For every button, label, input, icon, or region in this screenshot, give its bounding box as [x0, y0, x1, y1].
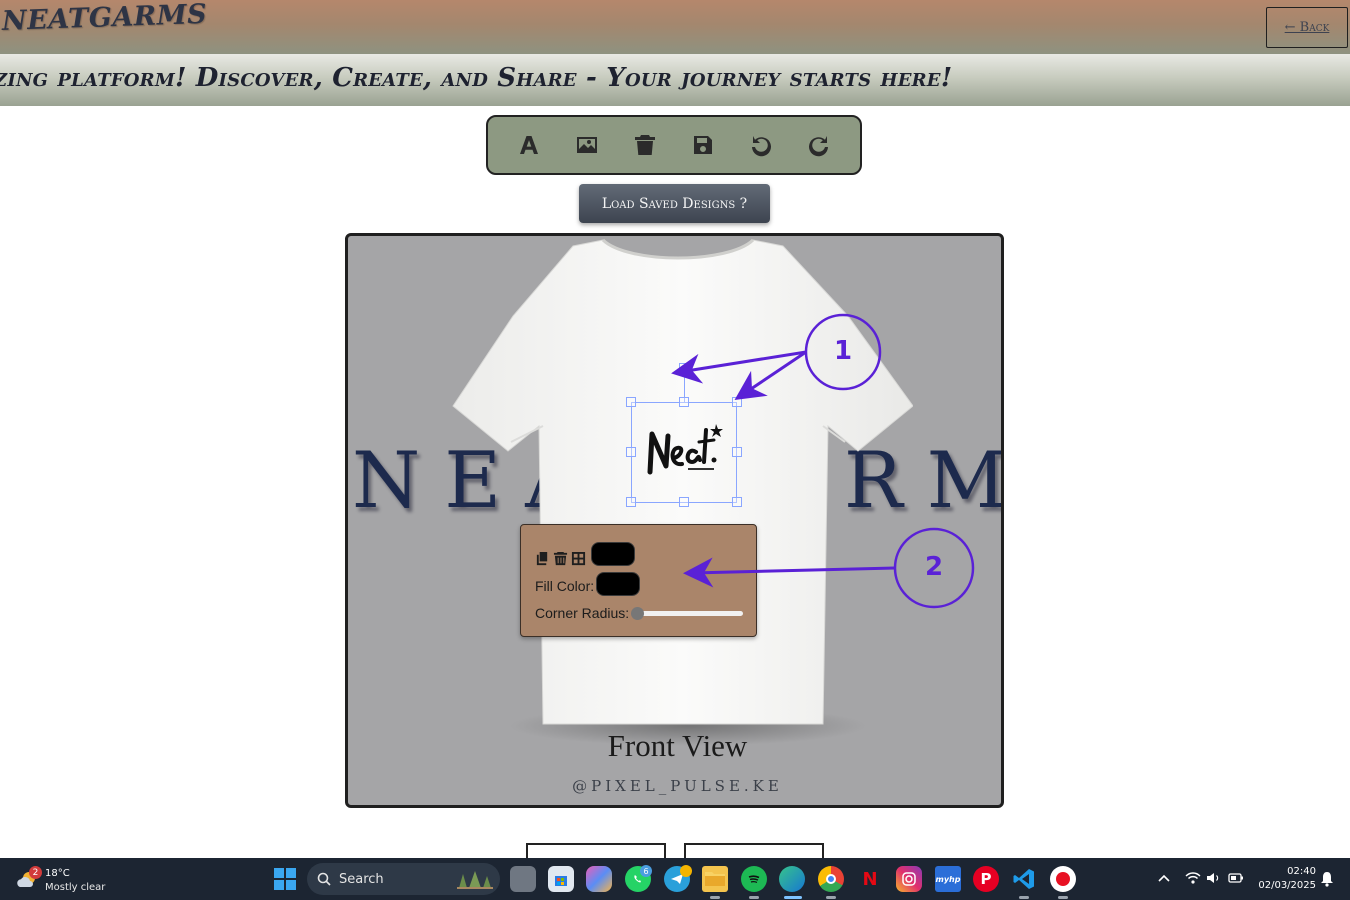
notifications-icon[interactable]	[1320, 871, 1334, 887]
redo-icon	[809, 136, 828, 157]
load-saved-designs-button[interactable]: Load Saved Designs ?	[579, 184, 770, 223]
editor-toolbar	[486, 115, 862, 175]
battery-icon[interactable]	[1228, 872, 1244, 884]
vscode-running-indicator	[1019, 896, 1029, 899]
chrome-app[interactable]	[818, 866, 844, 892]
weather-temperature: 18°C	[45, 868, 70, 879]
spotify-app[interactable]	[741, 866, 767, 892]
microsoft-store-app[interactable]	[548, 866, 574, 892]
copy-icon[interactable]	[535, 551, 550, 566]
fill-color-label: Fill Color:	[535, 578, 595, 594]
screen-recorder-app[interactable]	[1050, 866, 1076, 892]
corner-radius-slider[interactable]	[631, 606, 744, 620]
chevron-up-icon[interactable]	[1158, 873, 1170, 883]
weather-description: Mostly clear	[45, 882, 106, 893]
undo-icon	[752, 136, 771, 157]
start-button[interactable]	[274, 868, 296, 890]
neat-logo-image[interactable]	[644, 416, 724, 486]
image-tool-button[interactable]	[567, 125, 607, 165]
windows-logo-tile	[274, 868, 284, 878]
windows-logo-tile	[286, 880, 296, 890]
myhp-app[interactable]: myhp	[935, 866, 961, 892]
corner-radius-slider-thumb[interactable]	[631, 606, 645, 620]
image-icon	[577, 137, 597, 153]
save-tool-button[interactable]	[683, 125, 723, 165]
windows-logo-tile	[286, 868, 296, 878]
fill-color-row: Fill Color:	[535, 572, 641, 596]
resize-handle-tl[interactable]	[626, 397, 636, 407]
object-actions	[535, 551, 586, 566]
view-label: Front View	[607, 728, 748, 763]
fill-color-swatch[interactable]	[596, 572, 641, 596]
design-canvas[interactable]: NEATGARMS	[345, 233, 1004, 808]
brand-logo[interactable]: NEATGARMS	[1, 0, 207, 37]
corner-radius-label: Corner Radius:	[535, 605, 630, 621]
vscode-icon	[1013, 869, 1034, 889]
text-icon	[520, 136, 538, 154]
edge-app[interactable]	[779, 866, 805, 892]
vscode-app[interactable]	[1011, 866, 1037, 892]
corner-radius-row: Corner Radius:	[535, 605, 744, 621]
volume-icon[interactable]	[1206, 871, 1222, 885]
clock-time: 02:40	[1287, 866, 1316, 877]
file-explorer-app[interactable]	[702, 866, 728, 892]
netflix-app[interactable]: N	[857, 866, 883, 892]
windows-logo-tile	[274, 880, 284, 890]
search-label: Search	[339, 871, 384, 887]
annotation-number-1: 1	[834, 336, 853, 366]
text-tool-button[interactable]	[509, 125, 549, 165]
spotify-running-indicator	[749, 896, 759, 899]
trash-icon	[635, 135, 655, 155]
redo-tool-button[interactable]	[799, 125, 839, 165]
undo-tool-button[interactable]	[741, 125, 781, 165]
wifi-icon[interactable]	[1185, 871, 1201, 885]
whatsapp-badge: 6	[640, 865, 652, 877]
back-button[interactable]: ← Back	[1266, 7, 1348, 48]
copilot-app[interactable]	[586, 866, 612, 892]
top-header: NEATGARMS ← Back	[0, 0, 1350, 54]
rotation-handle[interactable]	[679, 363, 689, 373]
telegram-badge	[680, 865, 692, 877]
spotify-icon	[748, 875, 760, 883]
marquee-text: zing platform! Discover, Create, and Sha…	[0, 63, 953, 93]
weather-widget[interactable]: 2 18°C Mostly clear	[16, 865, 126, 895]
chrome-icon-center	[826, 874, 836, 884]
resize-handle-mr[interactable]	[732, 447, 742, 457]
resize-handle-tr[interactable]	[732, 397, 742, 407]
marquee-banner: zing platform! Discover, Create, and Sha…	[0, 54, 1350, 106]
record-icon	[1056, 872, 1070, 886]
search-icon	[317, 872, 331, 886]
instagram-app[interactable]	[896, 866, 922, 892]
file-explorer-running-indicator	[710, 896, 720, 899]
instagram-icon	[902, 872, 916, 886]
grid-icon[interactable]	[571, 551, 586, 566]
resize-handle-tm[interactable]	[679, 397, 689, 407]
windows-taskbar: 2 18°C Mostly clear Search 6 N myhp P 02…	[0, 858, 1350, 900]
stroke-color-swatch[interactable]	[591, 542, 635, 566]
taskbar-search[interactable]: Search	[307, 863, 500, 895]
credit-handle: @PIXEL_PULSE.KE	[572, 777, 783, 795]
pinterest-app[interactable]: P	[973, 866, 999, 892]
chrome-running-indicator	[826, 896, 836, 899]
trash-icon[interactable]	[553, 551, 568, 566]
system-clock[interactable]: 02:40 02/03/2025	[1254, 865, 1316, 893]
resize-handle-br[interactable]	[732, 497, 742, 507]
object-properties-panel: Fill Color: Corner Radius:	[520, 524, 757, 637]
recorder-running-indicator	[1058, 896, 1068, 899]
design-studio-page: NEATGARMS ← Back zing platform! Discover…	[0, 0, 1350, 900]
search-highlight-icon	[457, 871, 493, 889]
resize-handle-ml[interactable]	[626, 447, 636, 457]
weather-badge: 2	[29, 866, 42, 879]
folder-icon	[705, 872, 725, 886]
annotation-number-2: 2	[925, 552, 944, 582]
store-icon	[555, 876, 567, 886]
save-icon	[694, 136, 712, 154]
edge-running-indicator	[784, 896, 802, 899]
clock-date: 02/03/2025	[1258, 880, 1316, 891]
resize-handle-bl[interactable]	[626, 497, 636, 507]
delete-tool-button[interactable]	[625, 125, 665, 165]
file-explorer-gray-app[interactable]	[510, 866, 536, 892]
resize-handle-bm[interactable]	[679, 497, 689, 507]
